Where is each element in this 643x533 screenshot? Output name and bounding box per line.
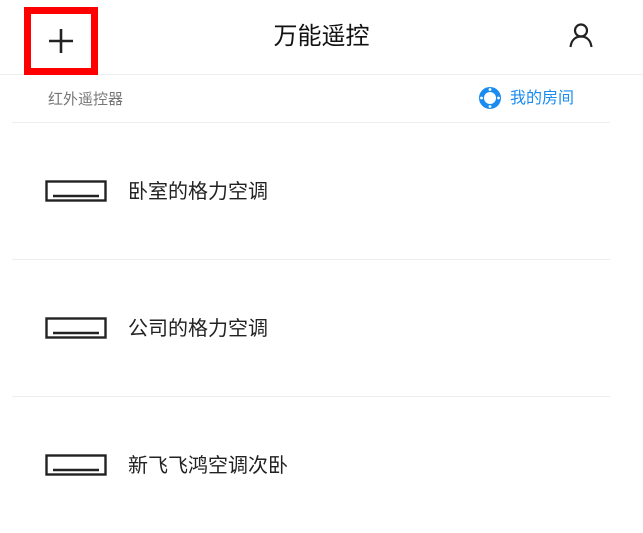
user-icon — [569, 23, 593, 48]
device-name: 新飞飞鸿空调次卧 — [128, 453, 288, 477]
my-room-link[interactable]: 我的房间 — [478, 86, 574, 110]
device-row[interactable]: 卧室的格力空调 — [12, 123, 610, 260]
ring-icon — [478, 87, 501, 109]
top-bar: 万能遥控 — [0, 0, 643, 75]
device-row[interactable]: 公司的格力空调 — [12, 260, 610, 397]
page-title: 万能遥控 — [273, 22, 370, 50]
profile-button[interactable] — [566, 20, 596, 50]
device-row[interactable]: 新飞飞鸿空调次卧 — [12, 397, 610, 533]
air-conditioner-icon — [45, 317, 107, 339]
device-name: 卧室的格力空调 — [128, 179, 268, 203]
my-room-label: 我的房间 — [509, 88, 574, 107]
air-conditioner-icon — [45, 180, 107, 202]
device-list: 卧室的格力空调 公司的格力空调 新飞飞鸿空调次卧 — [12, 123, 610, 533]
air-conditioner-icon — [45, 454, 107, 476]
device-name: 公司的格力空调 — [128, 316, 268, 340]
section-header: 红外遥控器 我的房间 — [12, 75, 610, 123]
section-label: 红外遥控器 — [48, 90, 124, 108]
